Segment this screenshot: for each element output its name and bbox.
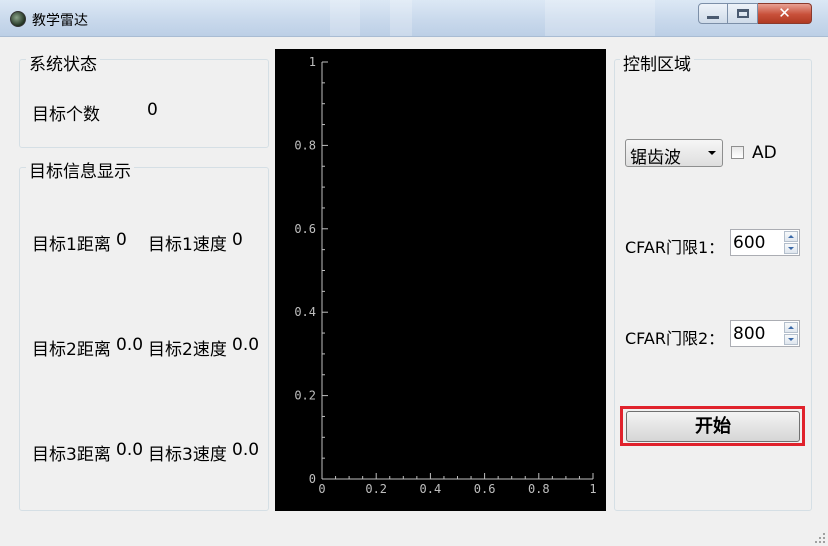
minimize-icon	[707, 16, 719, 19]
y-tick-label: 0.4	[294, 305, 316, 319]
y-tick-label: 0	[309, 472, 316, 486]
target1-distance-label: 目标1距离	[32, 235, 111, 255]
start-button[interactable]: 开始	[626, 411, 800, 442]
minimize-button[interactable]	[698, 3, 728, 24]
x-tick-label: 0.4	[420, 482, 442, 496]
maximize-button[interactable]	[728, 3, 758, 24]
resize-grip-icon[interactable]	[815, 533, 825, 543]
target-count-value: 0	[147, 100, 158, 120]
radar-plot[interactable]: 0 0.2 0.4 0.6 0.8 1 0 0.2 0.4 0.6 0.8 1	[275, 49, 606, 511]
target3-speed-value: 0.0	[232, 440, 260, 460]
x-tick-label: 0.2	[365, 482, 387, 496]
status-group-title: 系统状态	[26, 50, 100, 75]
y-tick-label: 0.8	[294, 138, 316, 152]
target-count-label: 目标个数	[32, 105, 100, 125]
waveform-select[interactable]: 锯齿波	[625, 139, 723, 168]
target2-distance-value: 0.0	[116, 335, 144, 355]
app-icon	[10, 11, 26, 27]
cfar2-spinbox[interactable]: 800	[730, 320, 800, 347]
cfar1-label: CFAR门限1：	[625, 238, 725, 257]
x-tick-label: 0.6	[474, 482, 496, 496]
cfar1-increment-button[interactable]	[784, 231, 798, 242]
y-tick-label: 1	[309, 55, 316, 69]
x-tick-label: 1	[589, 482, 596, 496]
maximize-icon	[736, 9, 749, 18]
target3-speed-label: 目标3速度	[148, 445, 227, 465]
y-tick-label: 0.2	[294, 389, 316, 403]
x-tick-label: 0	[318, 482, 325, 496]
cfar2-increment-button[interactable]	[784, 322, 798, 333]
target2-speed-value: 0.0	[232, 335, 260, 355]
waveform-selected-value: 锯齿波	[630, 148, 681, 168]
cfar1-value: 600	[733, 233, 766, 253]
window-title: 教学雷达	[32, 13, 88, 29]
target2-distance-label: 目标2距离	[32, 340, 111, 360]
target-info-group-title: 目标信息显示	[26, 157, 134, 182]
control-group-title: 控制区域	[620, 50, 694, 75]
target1-distance-value: 0	[116, 230, 127, 250]
target2-speed-label: 目标2速度	[148, 340, 227, 360]
y-tick-label: 0.6	[294, 222, 316, 236]
target1-speed-label: 目标1速度	[148, 235, 227, 255]
close-icon: ✕	[778, 4, 791, 22]
close-button[interactable]: ✕	[758, 3, 812, 24]
cfar2-value: 800	[733, 324, 766, 344]
plot-canvas: 0 0.2 0.4 0.6 0.8 1 0 0.2 0.4 0.6 0.8 1	[294, 55, 596, 496]
title-bar[interactable]: 教学雷达 ✕	[0, 0, 828, 37]
target3-distance-label: 目标3距离	[32, 445, 111, 465]
cfar1-spinbox[interactable]: 600	[730, 229, 800, 256]
cfar2-decrement-button[interactable]	[784, 334, 798, 345]
caption-buttons: ✕	[698, 3, 812, 25]
cfar1-decrement-button[interactable]	[784, 243, 798, 254]
ad-label: AD	[752, 143, 777, 163]
target3-distance-value: 0.0	[116, 440, 144, 460]
target1-speed-value: 0	[232, 230, 243, 250]
ad-checkbox[interactable]	[731, 146, 744, 159]
x-tick-label: 0.8	[528, 482, 550, 496]
chevron-down-icon	[708, 151, 716, 155]
cfar2-label: CFAR门限2：	[625, 329, 725, 348]
